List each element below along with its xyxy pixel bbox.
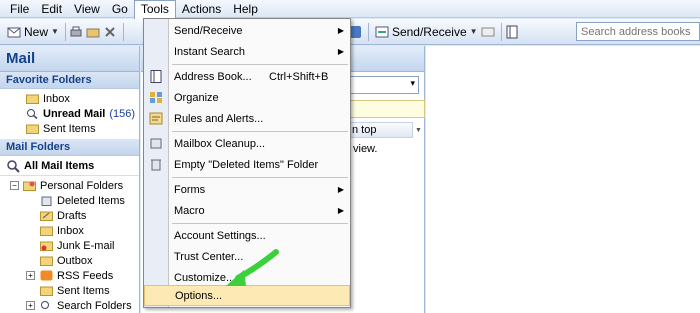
menu-file[interactable]: File — [4, 1, 35, 17]
folder-drafts[interactable]: Drafts — [0, 208, 139, 223]
menu-separator — [172, 223, 348, 224]
nav-title: Mail — [0, 46, 139, 72]
all-mail-items[interactable]: All Mail Items — [0, 156, 139, 176]
submenu-arrow-icon: ▶ — [337, 206, 344, 215]
empty-list-message: view. — [353, 143, 378, 155]
chevron-down-icon: ▼ — [51, 27, 59, 36]
toolbar-divider — [122, 22, 124, 41]
toolbar-divider — [64, 22, 66, 41]
menu-bar: File Edit View Go Tools Actions Help — [0, 0, 700, 19]
toolbar-divider — [500, 22, 502, 41]
new-button[interactable]: New ▼ — [4, 22, 62, 42]
menu-item-forms[interactable]: Forms ▶ — [144, 179, 350, 200]
rss-icon — [40, 270, 53, 281]
folder-search-folders[interactable]: + Search Folders — [0, 298, 139, 313]
folder-deleted-items[interactable]: Deleted Items — [0, 193, 139, 208]
expand-icon[interactable]: + — [26, 301, 35, 310]
menu-item-rules-and-alerts[interactable]: Rules and Alerts... — [144, 108, 350, 129]
folder-inbox[interactable]: Inbox — [0, 223, 139, 238]
envelope-icon[interactable] — [481, 25, 495, 39]
reading-pane — [426, 46, 700, 313]
menu-item-address-book[interactable]: Address Book... Ctrl+Shift+B — [144, 66, 350, 87]
menu-item-send-receive[interactable]: Send/Receive ▶ — [144, 20, 350, 41]
menu-item-empty-deleted-items[interactable]: Empty "Deleted Items" Folder — [144, 154, 350, 175]
submenu-arrow-icon: ▶ — [337, 185, 344, 194]
recycle-bin-icon — [151, 159, 161, 171]
address-book-icon[interactable] — [505, 25, 519, 39]
menu-separator — [172, 177, 348, 178]
chevron-down-icon: ▼ — [469, 27, 478, 36]
navigation-pane: Mail Favorite Folders Inbox Unread Mail … — [0, 46, 140, 313]
favorite-folders-header[interactable]: Favorite Folders — [0, 72, 139, 89]
expand-icon[interactable]: + — [26, 271, 35, 280]
junk-mail-icon — [40, 241, 53, 251]
unread-count: (156) — [109, 107, 136, 120]
instant-search-box[interactable]: ▾ — [347, 76, 419, 94]
menu-item-mailbox-cleanup[interactable]: Mailbox Cleanup... — [144, 133, 350, 154]
submenu-arrow-icon: ▶ — [337, 26, 344, 35]
sort-arrow-icon: ▼ — [415, 127, 422, 134]
personal-folders[interactable]: − Personal Folders — [0, 178, 139, 193]
shortcut-label: Ctrl+Shift+B — [269, 70, 329, 83]
folder-icon — [26, 94, 39, 104]
sent-items-icon — [40, 286, 53, 296]
send-receive-icon — [375, 26, 389, 37]
menu-view[interactable]: View — [68, 1, 106, 17]
new-mail-icon — [7, 27, 21, 37]
address-book-search-input[interactable] — [576, 22, 700, 41]
favorite-folder-sent-items[interactable]: Sent Items — [0, 121, 139, 136]
submenu-arrow-icon: ▶ — [337, 47, 344, 56]
move-icon[interactable] — [86, 25, 100, 39]
print-icon[interactable] — [69, 25, 83, 39]
menu-separator — [172, 64, 348, 65]
menu-edit[interactable]: Edit — [35, 1, 68, 17]
menu-item-organize[interactable]: Organize — [144, 87, 350, 108]
folder-icon — [26, 124, 39, 134]
recycle-bin-icon — [41, 196, 52, 206]
menu-help[interactable]: Help — [227, 1, 264, 17]
delete-icon[interactable] — [103, 25, 117, 39]
collapse-icon[interactable]: − — [10, 181, 19, 190]
inbox-icon — [40, 226, 53, 236]
folder-junk-email[interactable]: Junk E-mail — [0, 238, 139, 253]
mail-folder-tree: − Personal Folders Deleted Items Drafts … — [0, 176, 139, 313]
search-folder-icon — [41, 301, 49, 309]
favorite-folder-inbox[interactable]: Inbox — [0, 91, 139, 106]
menu-item-macro[interactable]: Macro ▶ — [144, 200, 350, 221]
favorite-folder-list: Inbox Unread Mail (156) Sent Items — [0, 89, 139, 136]
folder-sent-items[interactable]: Sent Items — [0, 283, 139, 298]
send-receive-button[interactable]: Send/Receive ▼ — [372, 22, 481, 42]
menu-separator — [172, 131, 348, 132]
favorite-folder-unread-mail[interactable]: Unread Mail (156) — [0, 106, 139, 121]
mail-search-icon — [7, 159, 20, 173]
menu-go[interactable]: Go — [106, 1, 134, 17]
search-results-bar — [347, 100, 425, 118]
personal-folders-icon — [23, 181, 36, 191]
outbox-icon — [40, 256, 53, 266]
organize-icon — [150, 92, 162, 103]
mailbox-cleanup-icon — [150, 138, 162, 149]
search-options-icon[interactable]: ▾ — [410, 78, 415, 89]
search-folder-icon — [27, 109, 38, 119]
menu-item-instant-search[interactable]: Instant Search ▶ — [144, 41, 350, 62]
rules-icon — [149, 112, 163, 125]
arrange-column-header[interactable]: n top — [347, 122, 413, 138]
menu-tools[interactable]: Tools — [133, 0, 176, 19]
address-book-icon — [150, 70, 162, 83]
pointer-arrow-icon — [226, 249, 279, 286]
folder-outbox[interactable]: Outbox — [0, 253, 139, 268]
folder-rss-feeds[interactable]: + RSS Feeds — [0, 268, 139, 283]
menu-item-account-settings[interactable]: Account Settings... — [144, 225, 350, 246]
menu-actions[interactable]: Actions — [176, 1, 227, 17]
drafts-icon — [40, 211, 53, 221]
mail-folders-header[interactable]: Mail Folders — [0, 139, 139, 156]
toolbar-divider — [367, 22, 369, 41]
